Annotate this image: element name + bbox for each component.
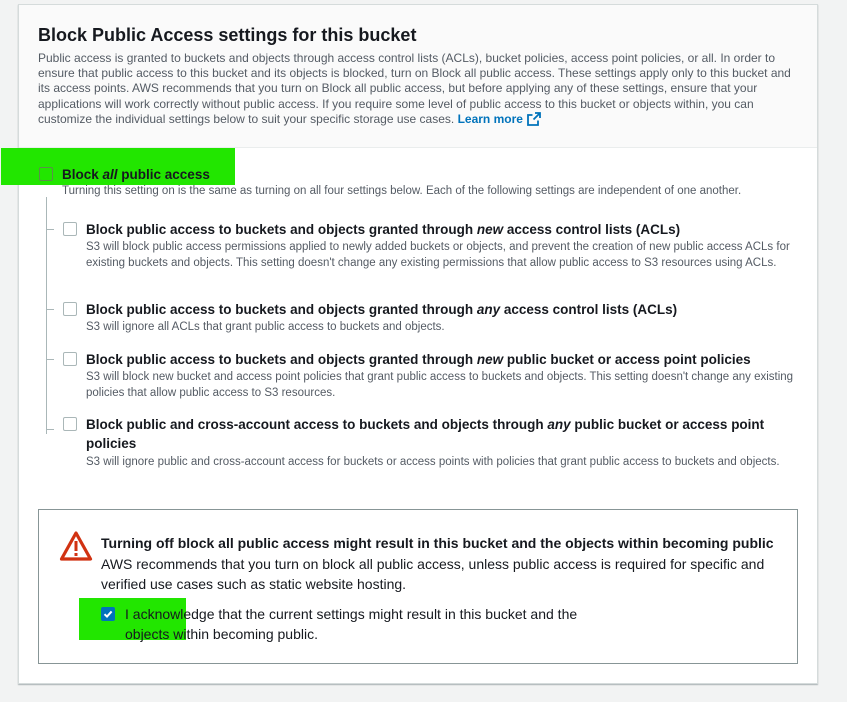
- block-new-policies-checkbox[interactable]: [63, 352, 77, 366]
- block-new-acls-checkbox[interactable]: [63, 222, 77, 236]
- external-link-icon: [527, 111, 541, 126]
- block-new-policies-label[interactable]: Block public access to buckets and objec…: [86, 350, 751, 369]
- tree-line: [46, 197, 47, 434]
- block-new-acls-label[interactable]: Block public access to buckets and objec…: [86, 220, 680, 239]
- learn-more-link[interactable]: Learn more: [458, 112, 541, 126]
- tree-branch: [46, 429, 54, 430]
- tree-branch: [46, 359, 54, 360]
- block-all-description: Turning this setting on is the same as t…: [62, 185, 742, 197]
- warning-alert: Turning off block all public access migh…: [38, 509, 798, 664]
- block-public-access-panel: Block Public Access settings for this bu…: [1, 4, 818, 684]
- section-title: Block Public Access settings for this bu…: [38, 25, 417, 45]
- block-all-checkbox[interactable]: [39, 167, 53, 181]
- tree-branch: [46, 309, 54, 310]
- block-new-acls-description: S3 will block public access permissions …: [86, 241, 790, 269]
- block-any-acls-checkbox[interactable]: [63, 302, 77, 316]
- block-any-policies-label[interactable]: Block public and cross-account access to…: [86, 415, 786, 453]
- block-any-acls-description: S3 will ignore all ACLs that grant publi…: [86, 321, 445, 333]
- warning-text: AWS recommends that you turn on block al…: [101, 556, 765, 592]
- tree-branch: [46, 229, 54, 230]
- acknowledge-label[interactable]: I acknowledge that the current settings …: [125, 605, 615, 644]
- block-all-label[interactable]: Block all public access: [62, 165, 210, 184]
- block-any-policies-checkbox[interactable]: [63, 417, 77, 431]
- block-any-acls-label[interactable]: Block public access to buckets and objec…: [86, 300, 677, 319]
- check-icon: [103, 610, 113, 619]
- block-any-policies-description: S3 will ignore public and cross-account …: [86, 456, 780, 468]
- acknowledge-checkbox[interactable]: [101, 607, 115, 621]
- block-new-policies-description: S3 will block new bucket and access poin…: [86, 371, 794, 399]
- warning-triangle-icon: [59, 531, 93, 561]
- section-description: Public access is granted to buckets and …: [38, 51, 791, 126]
- panel-header: Block Public Access settings for this bu…: [19, 5, 817, 148]
- warning-title: Turning off block all public access migh…: [101, 535, 774, 551]
